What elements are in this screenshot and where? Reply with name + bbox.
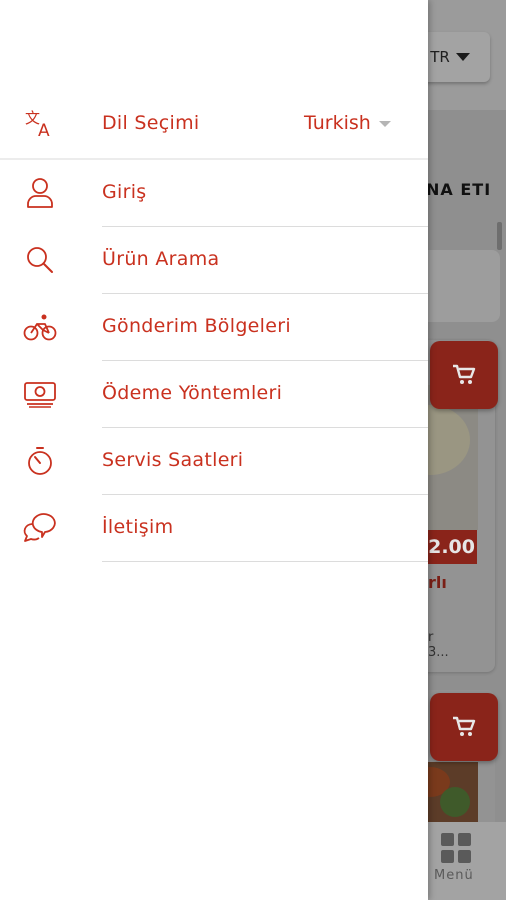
grid-menu-icon[interactable] bbox=[441, 833, 471, 863]
caret-down-icon bbox=[378, 121, 391, 127]
language-value: Turkish bbox=[304, 112, 371, 134]
triangle-down-icon bbox=[455, 53, 470, 61]
language-dropdown[interactable]: Turkish bbox=[304, 112, 391, 134]
divider bbox=[102, 561, 428, 562]
menu-item-product-search[interactable]: Ürün Arama bbox=[0, 227, 428, 294]
money-icon bbox=[22, 376, 58, 412]
chat-icon bbox=[22, 510, 58, 546]
menu-item-label: Ödeme Yöntemleri bbox=[102, 382, 283, 404]
cart-icon bbox=[453, 716, 476, 736]
menu-item-label: Ürün Arama bbox=[102, 248, 220, 270]
product-desc-line: r bbox=[428, 630, 434, 645]
menu-item-label: Servis Saatleri bbox=[102, 449, 244, 471]
menu-item-login[interactable]: Giriş bbox=[0, 160, 428, 227]
menu-item-contact[interactable]: İletişim bbox=[0, 495, 428, 562]
language-label: Dil Seçimi bbox=[102, 112, 200, 134]
category-tab[interactable]: NA ETI bbox=[426, 180, 491, 199]
menu-item-payment-methods[interactable]: Ödeme Yöntemleri bbox=[0, 361, 428, 428]
language-button-label: TR bbox=[430, 48, 450, 66]
cart-icon bbox=[453, 364, 476, 384]
bicycle-icon bbox=[22, 309, 58, 345]
menu-item-label: Giriş bbox=[102, 181, 147, 203]
menu-item-delivery-regions[interactable]: Gönderim Bölgeleri bbox=[0, 294, 428, 361]
product-desc-line: 3... bbox=[428, 645, 449, 660]
translate-icon: 文 A bbox=[22, 105, 58, 141]
scroll-indicator bbox=[497, 222, 502, 250]
product-name: rlı bbox=[428, 573, 447, 592]
add-to-cart-button[interactable] bbox=[430, 341, 498, 409]
menu-item-label: İletişim bbox=[102, 516, 174, 538]
search-icon bbox=[22, 242, 58, 278]
timer-icon bbox=[22, 443, 58, 479]
menu-item-service-hours[interactable]: Servis Saatleri bbox=[0, 428, 428, 495]
user-icon bbox=[22, 175, 58, 211]
product-description: r 3... bbox=[428, 630, 449, 660]
navigation-drawer: 文 A Dil Seçimi Turkish Giriş Ürün Arama bbox=[0, 0, 428, 900]
add-to-cart-button[interactable] bbox=[430, 693, 498, 761]
svg-text:A: A bbox=[38, 121, 50, 138]
bottom-menu-label[interactable]: Menü bbox=[434, 868, 474, 883]
language-selection-row[interactable]: 文 A Dil Seçimi Turkish bbox=[0, 88, 428, 160]
menu-item-label: Gönderim Bölgeleri bbox=[102, 315, 291, 337]
